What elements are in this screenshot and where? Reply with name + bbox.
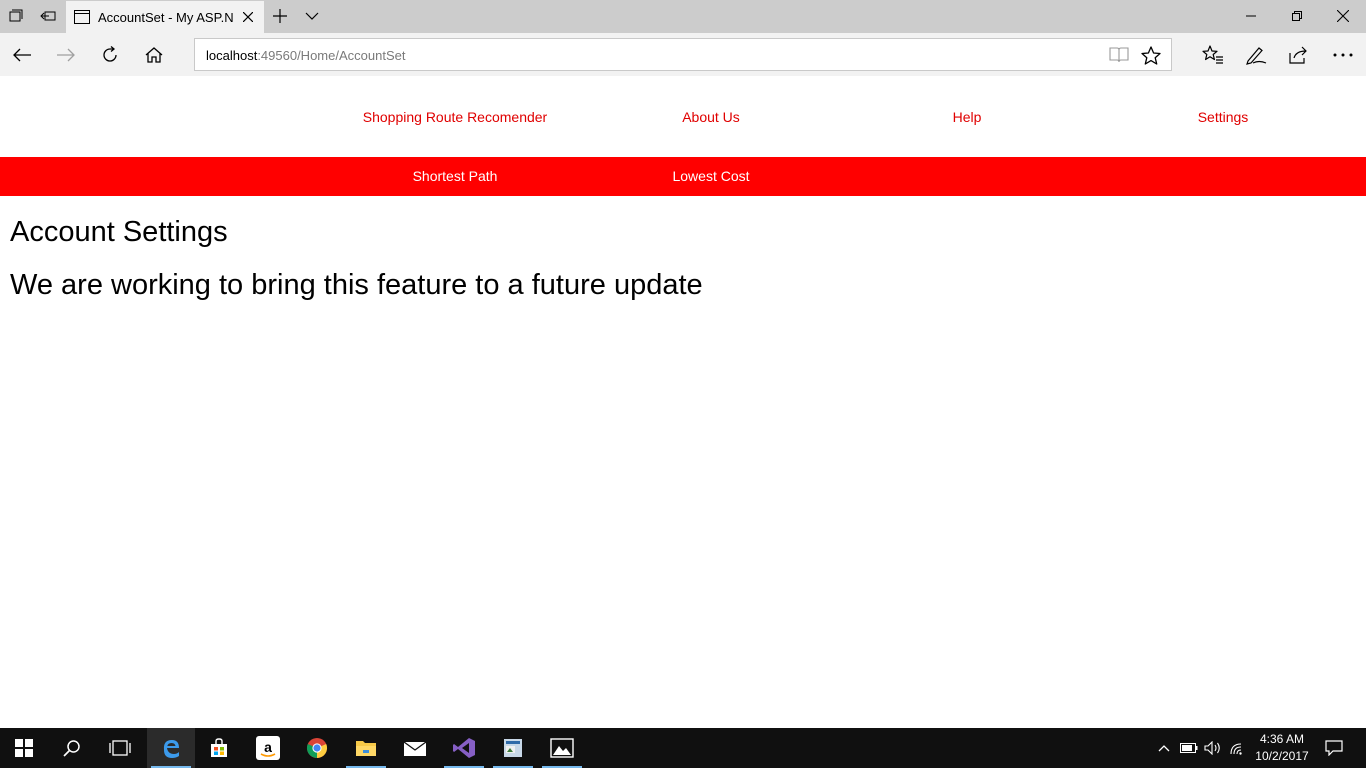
store-icon[interactable] <box>195 728 243 768</box>
web-note-pen-icon[interactable] <box>1240 39 1272 71</box>
refresh-icon[interactable] <box>94 39 126 71</box>
volume-icon[interactable] <box>1202 728 1224 768</box>
reading-view-icon[interactable] <box>1107 44 1131 66</box>
close-tab-icon[interactable] <box>238 7 258 27</box>
amazon-icon[interactable]: a <box>244 728 292 768</box>
favorites-hub-icon[interactable] <box>1197 39 1229 71</box>
back-arrow-icon[interactable] <box>6 39 38 71</box>
file-explorer-icon[interactable] <box>342 728 390 768</box>
close-window-icon[interactable] <box>1320 0 1366 32</box>
tab-preview-chevron-icon[interactable] <box>300 4 324 28</box>
photos-icon[interactable] <box>538 728 586 768</box>
edge-browser-icon[interactable] <box>147 728 195 768</box>
share-icon[interactable] <box>1283 39 1315 71</box>
nav-link-about-us[interactable]: About Us <box>682 109 740 125</box>
show-hidden-icons-chevron-icon[interactable] <box>1154 728 1174 768</box>
browser-tab-strip: AccountSet - My ASP.N <box>0 0 1366 33</box>
nav-link-settings[interactable]: Settings <box>1198 109 1249 125</box>
battery-icon[interactable] <box>1178 728 1200 768</box>
visual-studio-icon[interactable] <box>440 728 488 768</box>
feature-message: We are working to bring this feature to … <box>10 269 703 301</box>
clock-date: 10/2/2017 <box>1255 749 1309 763</box>
task-view-icon[interactable] <box>96 728 144 768</box>
new-tab-icon[interactable] <box>268 4 292 28</box>
active-tab[interactable]: AccountSet - My ASP.N <box>66 1 264 33</box>
site-top-nav: Shopping Route Recomender About Us Help … <box>0 76 1366 157</box>
document-viewer-icon[interactable] <box>489 728 537 768</box>
restore-icon[interactable] <box>1274 0 1320 32</box>
address-bar[interactable]: localhost:49560/Home/AccountSet <box>194 38 1172 71</box>
site-sub-nav: Shortest Path Lowest Cost <box>0 157 1366 196</box>
nav-link-shopping-route[interactable]: Shopping Route Recomender <box>363 109 547 125</box>
url-path: :49560/Home/AccountSet <box>257 48 406 63</box>
browser-toolbar: localhost:49560/Home/AccountSet <box>0 33 1366 76</box>
tab-title: AccountSet - My ASP.N <box>98 9 234 25</box>
page-icon <box>74 10 90 24</box>
more-options-icon[interactable] <box>1327 39 1359 71</box>
svg-text:a: a <box>264 739 272 755</box>
favorite-star-icon[interactable] <box>1139 44 1163 66</box>
network-wifi-icon[interactable] <box>1227 728 1249 768</box>
home-icon[interactable] <box>138 39 170 71</box>
system-clock[interactable]: 4:36 AM 10/2/2017 <box>1250 731 1314 765</box>
tabs-aside-icon[interactable] <box>4 4 28 28</box>
set-tabs-aside-icon[interactable] <box>36 4 60 28</box>
start-windows-icon[interactable] <box>0 728 48 768</box>
nav-link-help[interactable]: Help <box>953 109 982 125</box>
clock-time: 4:36 AM <box>1259 732 1305 746</box>
mail-icon[interactable] <box>391 728 439 768</box>
taskbar: a 4:36 AM 10/2/2017 <box>0 728 1366 768</box>
url-text: localhost:49560/Home/AccountSet <box>206 48 405 63</box>
url-host: localhost <box>206 48 258 63</box>
subnav-link-lowest-cost[interactable]: Lowest Cost <box>672 168 749 184</box>
subnav-link-shortest-path[interactable]: Shortest Path <box>413 168 498 184</box>
forward-arrow-icon[interactable] <box>50 39 82 71</box>
action-center-icon[interactable] <box>1320 728 1348 768</box>
minimize-icon[interactable] <box>1228 0 1274 32</box>
search-icon[interactable] <box>48 728 96 768</box>
chrome-icon[interactable] <box>293 728 341 768</box>
page-title: Account Settings <box>10 216 228 248</box>
